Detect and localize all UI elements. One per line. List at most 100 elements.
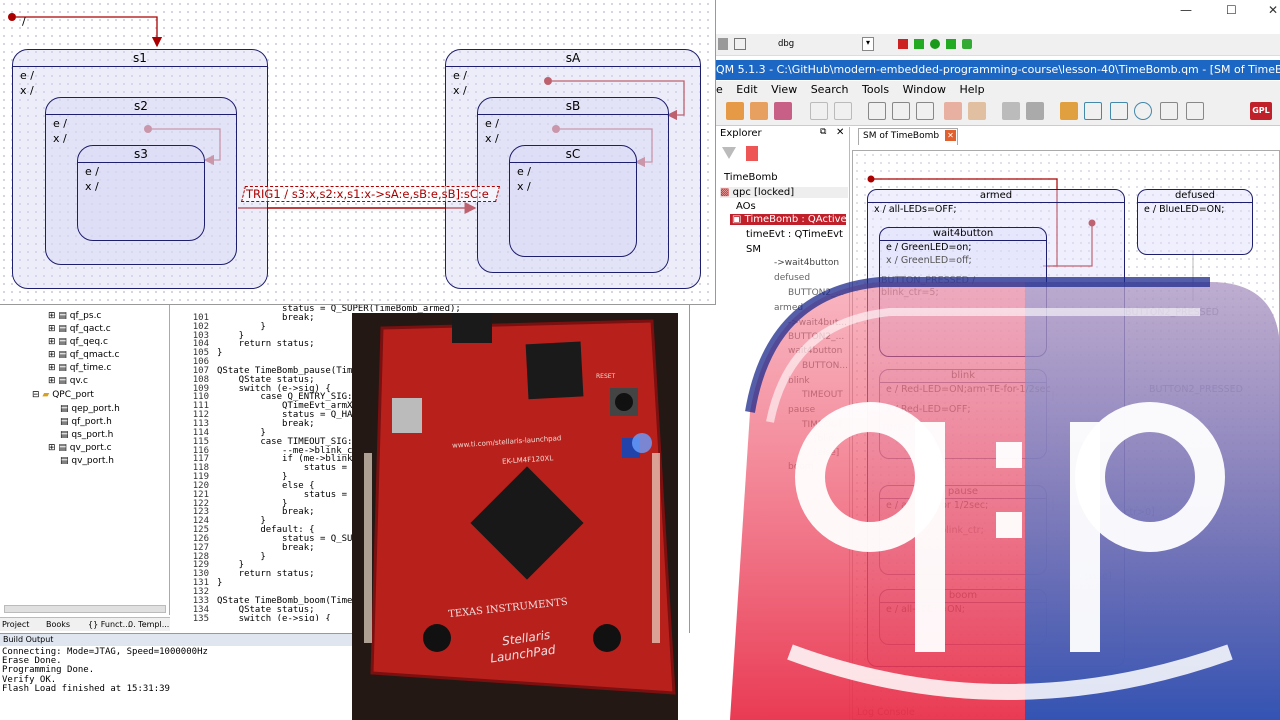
tree-item-timebomb[interactable]: ▣ TimeBomb : QActive [730,214,847,225]
download-icon[interactable] [946,39,956,49]
code-text: return status; [217,569,315,580]
tree-item[interactable]: BUTTON2_... [788,288,844,298]
view-icon[interactable] [1134,102,1152,120]
file-item[interactable]: ⊞ ▤ qf_qact.c [48,324,111,334]
copy-icon[interactable] [892,102,910,120]
filter-icon[interactable] [722,147,736,159]
file-item[interactable]: ⊞ ▤ qf_ps.c [48,311,101,321]
flash-icon[interactable] [962,39,972,49]
file-item[interactable]: ⊞ ▤ qf_qeq.c [48,337,108,347]
tree-item[interactable]: BUTTON... [802,361,848,371]
lock-icon[interactable] [1002,102,1020,120]
build-output-text: Connecting: Mode=JTAG, Speed=1000000Hz Er… [2,647,208,694]
tree-item[interactable]: ->wait4button [774,258,839,268]
gpl-license-icon[interactable]: GPL [1250,102,1272,120]
tab-functions[interactable]: {} Funct... [88,618,130,632]
menu-edit[interactable]: Edit [736,83,757,96]
tree-item[interactable]: BUTTON2_... [788,332,844,342]
cut-icon[interactable] [868,102,886,120]
window-icon[interactable] [734,38,746,50]
menu-window[interactable]: Window [903,83,946,96]
state-boom[interactable]: boom e / all-LEDs=ON; [879,589,1047,645]
tab-books[interactable]: Books [46,618,70,632]
tab-sm-of-timebomb[interactable]: SM of TimeBomb ✕ [858,128,958,145]
file-item[interactable]: ⊞ ▤ qf_qmact.c [48,350,119,360]
paste-icon[interactable] [916,102,934,120]
unlock-icon[interactable] [1026,102,1044,120]
file-item[interactable]: ⊞ ▤ qv.c [48,376,88,386]
tree-item[interactable]: defused [774,273,810,283]
exit-action: x / [20,84,34,97]
tree-root[interactable]: TimeBomb [724,172,778,183]
close-button[interactable]: ✕ [1268,3,1278,17]
folder-qpc-port[interactable]: ⊟ ▰ QPC_port [32,390,94,400]
file-item[interactable]: ⊞ ▤ qf_time.c [48,363,111,373]
tree-item[interactable]: TIMEOUT [802,420,843,430]
tree-item[interactable]: [blin... [814,434,843,444]
state-s3[interactable]: s3 e / x / [77,145,205,241]
tools-icon[interactable] [1060,102,1078,120]
close-tab-icon[interactable]: ✕ [945,130,956,141]
save-icon[interactable] [774,102,792,120]
log-console-tab[interactable]: Log Console [857,707,915,718]
run-icon[interactable] [930,39,940,49]
tree-item[interactable]: [else] [814,448,839,458]
build-icon[interactable] [898,39,908,49]
properties-icon[interactable] [1110,102,1128,120]
tab-templates[interactable]: 0. Templ... [128,618,169,632]
entry-action: e / arm TE for 1/2sec; [886,500,989,511]
state-name: armed [979,190,1013,201]
state-sC[interactable]: sC e / x / [509,145,637,257]
state-defused[interactable]: defused e / BlueLED=ON; [1137,189,1253,255]
state-name: sC [565,147,581,161]
menu-search[interactable]: Search [811,83,849,96]
tree-item-aos[interactable]: AOs [736,201,756,212]
menu-file[interactable]: e [716,83,723,96]
tree-item[interactable]: armed [774,303,803,313]
file-item[interactable]: ▤ qf_port.h [60,417,112,427]
file-item[interactable]: ▤ qv_port.h [60,456,114,466]
find-icon[interactable] [1084,102,1102,120]
export-icon[interactable] [968,102,986,120]
rebuild-icon[interactable] [914,39,924,49]
maximize-button[interactable]: ☐ [1226,3,1237,17]
guard-label: [else] [1085,571,1112,582]
tab-project[interactable]: Project [2,618,29,632]
menu-help[interactable]: Help [959,83,984,96]
entry-action: e / Red-LED=ON;arm-TE-for-1/2sec [886,384,1051,395]
file-item[interactable]: ⊞ ▤ qv_port.c [48,443,112,453]
tree-item[interactable]: TIMEOUT [802,390,843,400]
horizontal-scrollbar[interactable] [4,605,166,613]
open-folder-icon[interactable] [726,102,744,120]
file-item[interactable]: ▤ qs_port.h [60,430,113,440]
delete-icon[interactable] [746,146,758,161]
undo-icon[interactable] [810,102,828,120]
exit-action: x / [53,132,67,145]
entry-action: e / all-LEDs=ON; [886,604,965,615]
menu-view[interactable]: View [771,83,797,96]
float-panel-icon[interactable]: ⧉ [820,127,826,137]
open-file-icon[interactable] [750,102,768,120]
initial-pseudostate [8,13,16,21]
sm-diagram-canvas[interactable]: armed x / all-LEDs=OFF; defused e / Blue… [852,150,1280,720]
config-dropdown-icon[interactable]: ▾ [862,37,874,51]
file-item[interactable]: ▤ qep_port.h [60,404,120,414]
pointer-icon[interactable] [1186,102,1204,120]
tree-item-sm[interactable]: SM [746,244,761,255]
generate-code-icon[interactable] [944,102,962,120]
tree-item-timeevt[interactable]: timeEvt : QTimeEvt [746,229,843,240]
tree-item[interactable]: pause [788,405,815,415]
redo-icon[interactable] [834,102,852,120]
close-panel-icon[interactable]: ✕ [836,127,844,138]
minimize-button[interactable]: — [1180,3,1192,17]
window-layout-icon[interactable] [1160,102,1178,120]
state-blink[interactable]: blink e / Red-LED=ON;arm-TE-for-1/2sec x… [879,369,1051,459]
tree-item[interactable]: boom [788,462,814,472]
tree-item-qpc[interactable]: ▩ qpc [locked] [720,187,848,198]
tree-item[interactable]: ->wait4but... [788,318,847,328]
tree-item[interactable]: wait4button [788,346,842,356]
trig1-transition-label[interactable]: TRIG1 / s3:x,s2:x,s1:x->sA:e,sB:e,sB]:sC… [241,186,500,202]
state-diagram-canvas[interactable]: / s1 e / x / s2 e / x / s3 e / x / sA e … [0,0,716,305]
menu-tools[interactable]: Tools [862,83,889,96]
tree-item[interactable]: blink [788,376,810,386]
